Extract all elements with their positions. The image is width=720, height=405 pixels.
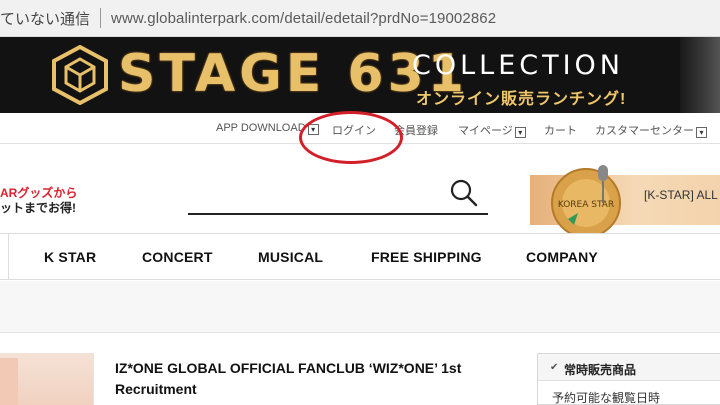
promo-line-2: ットまでお得! xyxy=(0,201,76,215)
nav-menu-edge[interactable] xyxy=(0,234,9,279)
promo-line-1: ARグッズから xyxy=(0,186,78,200)
chevron-down-icon[interactable]: ▾ xyxy=(696,127,707,138)
subnav-bar xyxy=(0,281,720,333)
search-input[interactable] xyxy=(188,213,488,215)
banner-subtitle: オンライン販売ランチング! xyxy=(416,91,627,108)
checkmark-icon: ✔ xyxy=(550,362,559,373)
banner-collection: COLLECTION xyxy=(412,50,625,81)
kstar-banner[interactable]: KOREA STAR [K-STAR] ALL A xyxy=(530,165,720,238)
hexagon-logo-icon xyxy=(52,45,108,105)
product-thumbnail[interactable] xyxy=(0,353,94,405)
kstar-banner-label: [K-STAR] ALL A xyxy=(644,188,720,202)
customer-center-link[interactable]: カスタマーセンター ▾ xyxy=(595,122,707,138)
url-text[interactable]: www.globalinterpark.com/detail/edetail?p… xyxy=(111,10,496,27)
cart-link[interactable]: カート xyxy=(544,122,577,138)
side-panel-header-label: 常時販売商品 xyxy=(564,363,637,377)
side-panel: ✔ 常時販売商品 予約可能な観覧日時 xyxy=(537,353,720,405)
search-icon[interactable] xyxy=(449,178,479,208)
mypage-link[interactable]: マイページ ▾ xyxy=(458,122,526,138)
browser-address-bar[interactable]: ていない通信 www.globalinterpark.com/detail/ed… xyxy=(0,0,720,37)
nav-item-company[interactable]: COMPANY xyxy=(526,249,598,265)
thumbnail-accent xyxy=(0,358,18,405)
customer-center-label: カスタマーセンター xyxy=(595,125,694,137)
security-status-text[interactable]: ていない通信 xyxy=(0,8,90,29)
badge-text: KOREA STAR xyxy=(558,200,614,210)
promo-text[interactable]: ARグッズから ットまでお得! xyxy=(0,186,77,216)
main-nav: K STAR CONCERT MUSICAL FREE SHIPPING COM… xyxy=(0,233,720,280)
nav-item-free-shipping[interactable]: FREE SHIPPING xyxy=(371,249,482,265)
chevron-down-icon[interactable]: ▾ xyxy=(514,127,526,138)
nav-item-concert[interactable]: CONCERT xyxy=(142,249,213,265)
nav-item-kstar[interactable]: K STAR xyxy=(44,249,96,265)
product-title: IZ*ONE GLOBAL OFFICIAL FANCLUB ‘WIZ*ONE’… xyxy=(115,360,462,397)
annotation-circle xyxy=(299,111,403,164)
side-panel-row[interactable]: 予約可能な観覧日時 xyxy=(552,389,660,405)
nav-item-musical[interactable]: MUSICAL xyxy=(258,249,323,265)
app-download-label: APP DOWNLOAD xyxy=(216,122,306,134)
banner-person-image xyxy=(680,37,720,113)
mypage-label: マイページ xyxy=(458,125,513,137)
side-panel-header[interactable]: ✔ 常時販売商品 xyxy=(538,354,720,381)
address-separator xyxy=(100,8,102,28)
promo-banner[interactable]: STAGE 631 COLLECTION オンライン販売ランチング! xyxy=(0,37,720,113)
